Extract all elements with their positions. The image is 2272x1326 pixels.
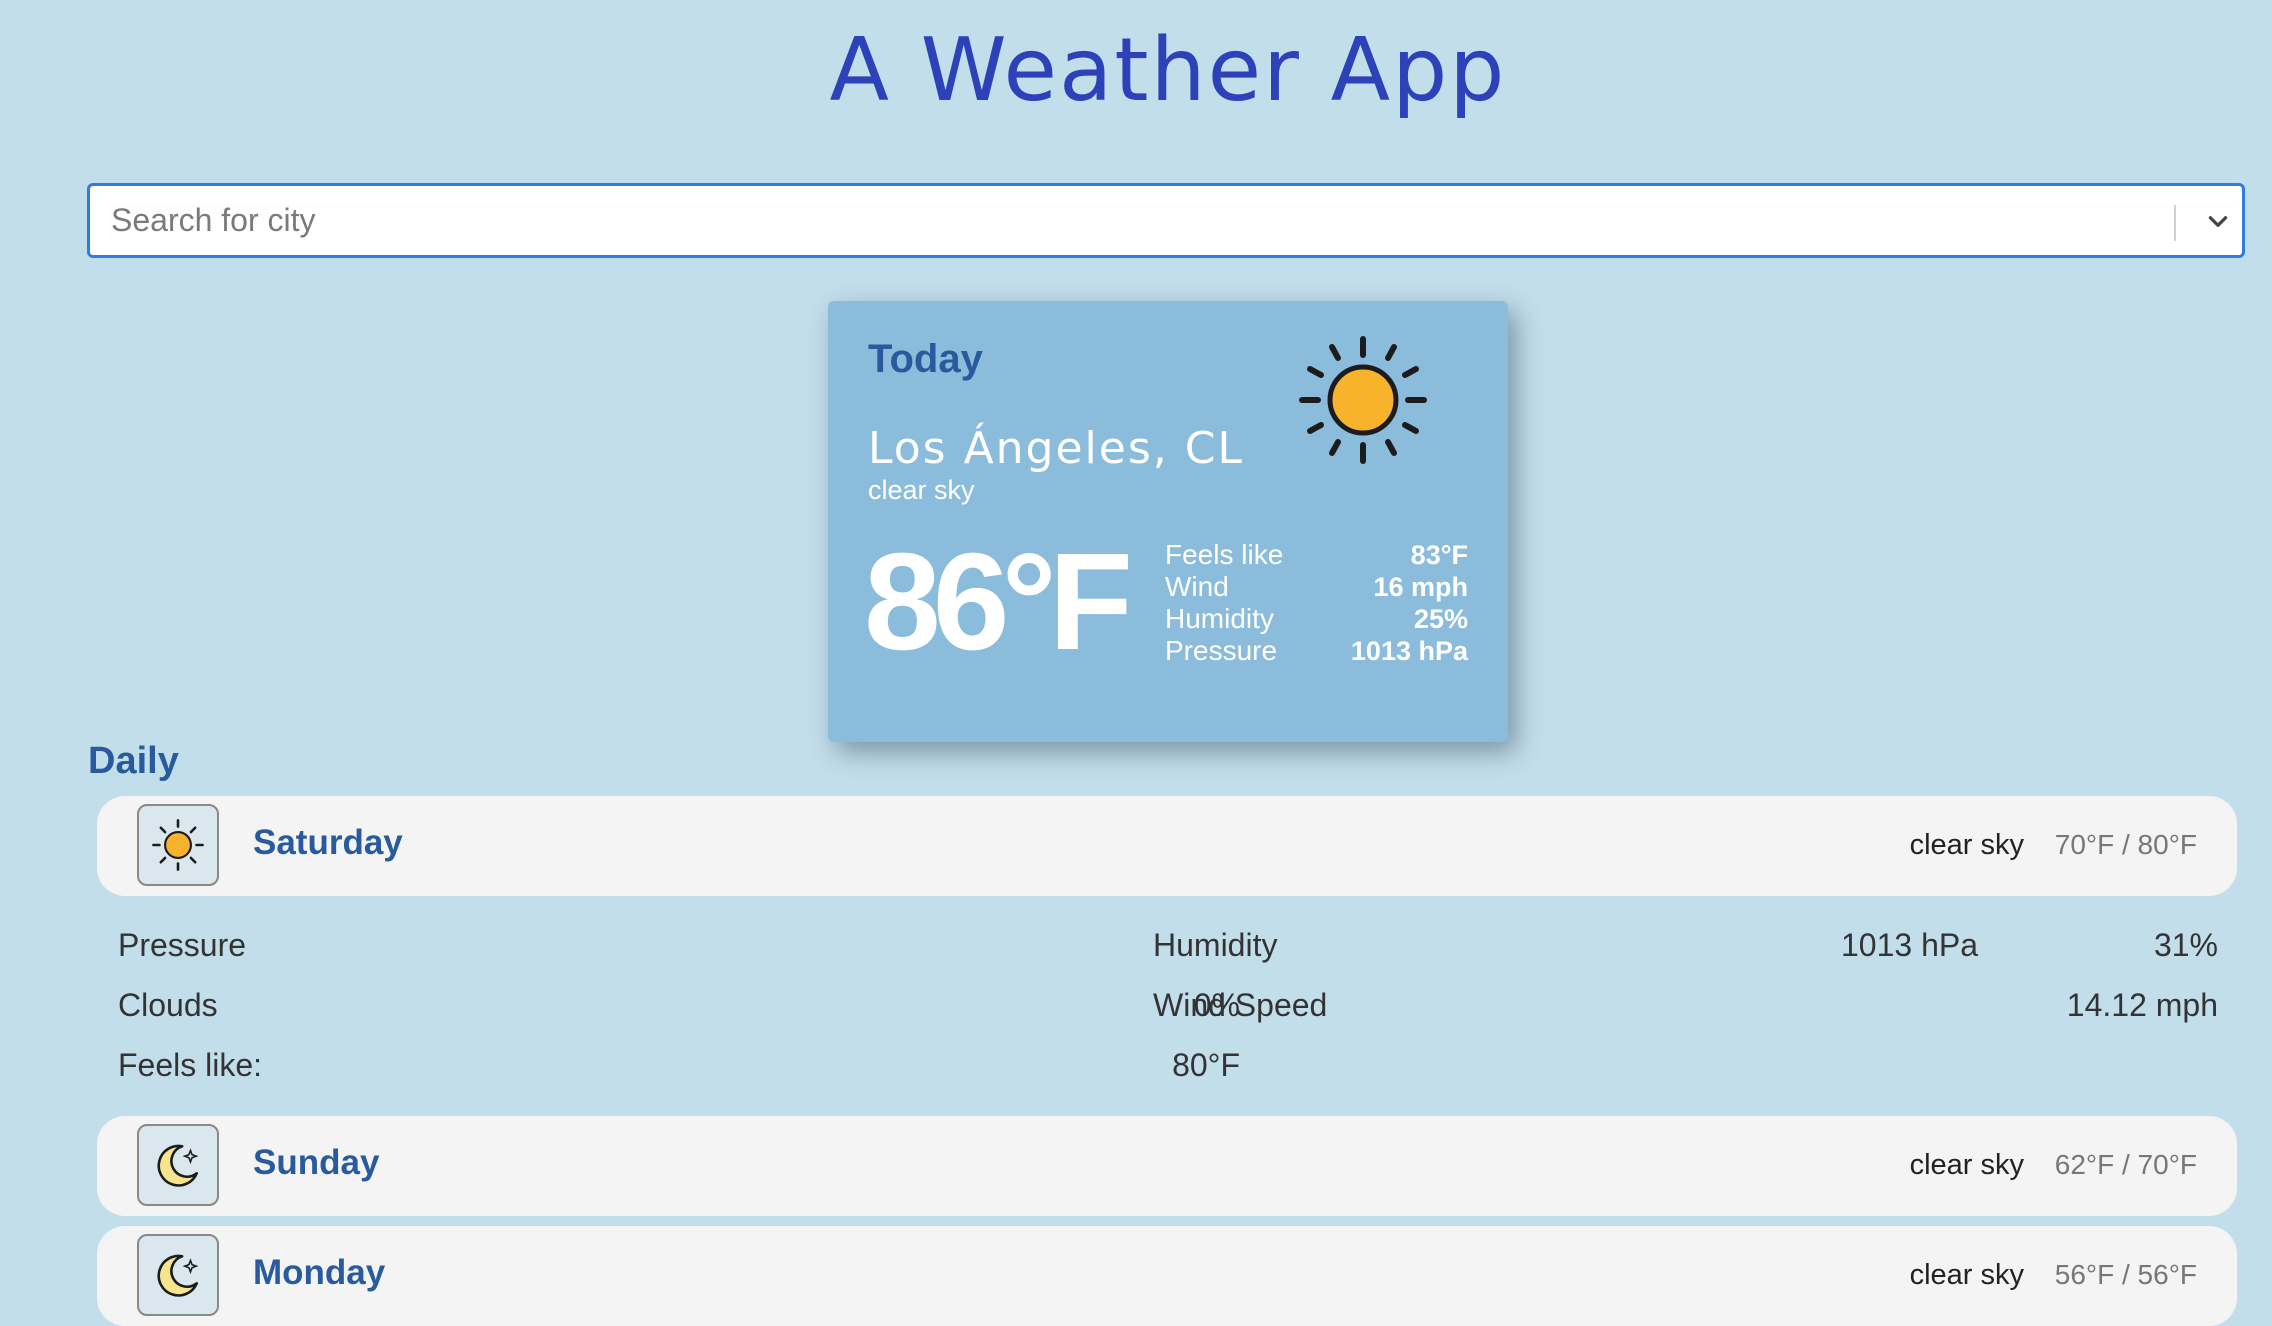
detail-label: Feels like — [1165, 539, 1284, 570]
detail-row-humidity: Humidity 25% — [1165, 603, 1468, 635]
feels-like-value: 80°F — [1172, 1047, 1240, 1083]
weather-description: clear sky — [868, 475, 975, 505]
detail-label: Pressure — [1165, 635, 1278, 666]
detail-value: 16 mph — [1373, 572, 1468, 602]
humidity-value: 31% — [2153, 927, 2218, 963]
app-title: A Weather App — [829, 19, 1507, 121]
search-input[interactable] — [90, 186, 2150, 255]
city-name: Los Ángeles, CL — [868, 423, 1244, 474]
day-temperature-range: 70°F / 80°F — [2054, 829, 2197, 860]
chevron-down-icon[interactable] — [2196, 199, 2240, 243]
clouds-value: 0% — [1193, 987, 1240, 1023]
day-temperature-range: 56°F / 56°F — [2054, 1259, 2197, 1290]
day-description: clear sky — [1909, 1149, 2024, 1181]
daily-title: Daily — [88, 740, 179, 782]
detail-value: 1013 hPa — [1350, 636, 1468, 666]
day-name: Monday — [253, 1253, 386, 1292]
day-accordion-sunday[interactable]: Sunday clear sky 62°F / 70°F — [97, 1116, 2237, 1216]
detail-row-pressure: Pressure 1013 hPa — [1165, 635, 1468, 667]
weather-details: Feels like 83°F Wind 16 mph Humidity 25%… — [1165, 539, 1468, 667]
day-temperature-range: 62°F / 70°F — [2054, 1149, 2197, 1180]
detail-value: 83°F — [1410, 540, 1468, 570]
detail-label: Humidity — [1165, 603, 1274, 634]
today-label: Today — [868, 337, 983, 381]
current-temperature: 86°F — [864, 525, 1133, 679]
clouds-label: Clouds — [118, 987, 218, 1023]
day-accordion-saturday[interactable]: Saturday clear sky 70°F / 80°F — [97, 796, 2237, 896]
day-description: clear sky — [1909, 1259, 2024, 1291]
detail-row-wind: Wind 16 mph — [1165, 571, 1468, 603]
wind-speed-value: 14.12 mph — [2066, 987, 2218, 1023]
day-name: Saturday — [253, 823, 403, 862]
current-weather-card: Today Los Ángeles, CL clear sky 86°F Fee… — [828, 301, 1508, 742]
moon-icon — [137, 1124, 219, 1206]
detail-value: 25% — [1413, 604, 1468, 634]
city-search-select[interactable] — [87, 183, 2245, 258]
detail-row-feels-like: Feels like 83°F — [1165, 539, 1468, 571]
moon-icon — [137, 1234, 219, 1316]
sun-icon — [137, 804, 219, 886]
day-name: Sunday — [253, 1143, 380, 1182]
day-accordion-monday[interactable]: Monday clear sky 56°F / 56°F — [97, 1226, 2237, 1326]
search-divider — [2174, 205, 2176, 241]
pressure-label: Pressure — [118, 927, 247, 963]
detail-label: Wind — [1165, 571, 1229, 602]
sun-icon — [1299, 336, 1427, 464]
day-description: clear sky — [1909, 829, 2024, 861]
